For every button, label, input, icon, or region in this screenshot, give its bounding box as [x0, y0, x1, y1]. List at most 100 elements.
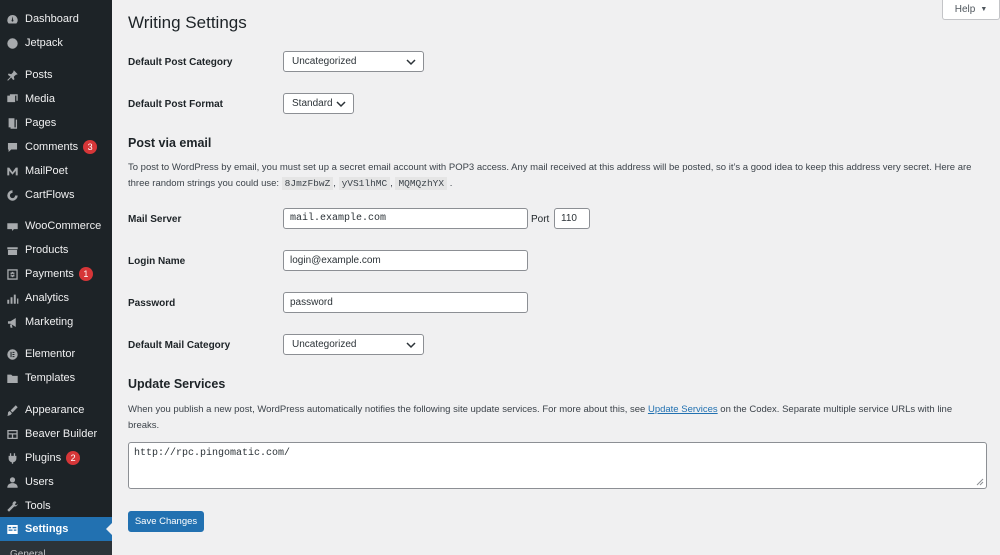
- payments-count-badge: 1: [78, 267, 93, 281]
- sidebar-item-label: Beaver Builder: [25, 428, 98, 440]
- port-label: Port: [531, 214, 550, 225]
- sidebar-item-woocommerce[interactable]: WooCommerce: [0, 214, 112, 238]
- update-services-description: When you publish a new post, WordPress a…: [128, 402, 990, 434]
- payments-icon: [6, 268, 19, 281]
- appearance-icon: [6, 404, 19, 417]
- sidebar-item-label: Posts: [25, 69, 53, 81]
- sidebar-item-label: Marketing: [25, 316, 74, 328]
- period: .: [449, 178, 453, 189]
- plugins-icon: [6, 452, 19, 465]
- random-string-3: MQMQzhYX: [395, 177, 448, 190]
- users-icon: [6, 476, 19, 489]
- update-services-textarea[interactable]: http://rpc.pingomatic.com/: [128, 442, 987, 489]
- description-text: To post to WordPress by email, you must …: [128, 162, 972, 173]
- sidebar-item-dashboard[interactable]: Dashboard: [0, 7, 112, 31]
- sidebar-item-media[interactable]: Media: [0, 87, 112, 111]
- beaver-builder-icon: [6, 428, 19, 441]
- help-label: Help: [954, 4, 976, 15]
- cartflows-icon: [6, 189, 19, 202]
- select-value: Uncategorized: [292, 339, 357, 350]
- textarea-value: http://rpc.pingomatic.com/: [134, 448, 291, 459]
- select-value: Uncategorized: [292, 56, 357, 67]
- password-input[interactable]: password: [283, 292, 528, 313]
- sidebar-item-posts[interactable]: Posts: [0, 63, 112, 87]
- tools-icon: [6, 500, 19, 513]
- submenu-item-general[interactable]: General: [0, 541, 112, 555]
- resize-grip-icon[interactable]: [976, 478, 984, 486]
- sidebar-item-users[interactable]: Users: [0, 470, 112, 494]
- random-string-2: yVS1lhMC: [338, 177, 391, 190]
- caret-down-icon: ▼: [980, 6, 988, 13]
- sidebar-item-label: Payments: [25, 268, 74, 280]
- description-text: When you publish a new post, WordPress a…: [128, 404, 646, 415]
- sidebar-item-products[interactable]: Products: [0, 238, 112, 262]
- sidebar-item-payments[interactable]: Payments 1: [0, 262, 112, 286]
- help-tab-button[interactable]: Help ▼: [942, 0, 1000, 20]
- update-services-heading: Update Services: [128, 377, 226, 391]
- select-value: Standard: [292, 98, 333, 109]
- description-text: three random strings you could use:: [128, 178, 280, 189]
- sidebar-item-tools[interactable]: Tools: [0, 494, 112, 518]
- sidebar-item-marketing[interactable]: Marketing: [0, 310, 112, 334]
- marketing-icon: [6, 316, 19, 329]
- pages-icon: [6, 117, 19, 130]
- sidebar-item-elementor[interactable]: Elementor: [0, 342, 112, 366]
- sidebar-item-cartflows[interactable]: CartFlows: [0, 183, 112, 207]
- elementor-icon: [6, 348, 19, 361]
- description-text: breaks.: [128, 420, 160, 431]
- pin-icon: [6, 69, 19, 82]
- description-text: on the Codex. Separate multiple service …: [720, 404, 953, 415]
- sidebar-item-label: Appearance: [25, 404, 85, 416]
- sidebar-item-analytics[interactable]: Analytics: [0, 286, 112, 310]
- default-post-format-select[interactable]: Standard: [283, 93, 354, 114]
- sidebar-item-mailpoet[interactable]: MailPoet: [0, 159, 112, 183]
- separator: ,: [333, 178, 336, 189]
- random-string-1: 8JmzFbwZ: [281, 177, 334, 190]
- sidebar-item-label: Analytics: [25, 292, 70, 304]
- sidebar-item-label: Elementor: [25, 348, 76, 360]
- port-input[interactable]: 110: [554, 208, 590, 229]
- sidebar-item-pages[interactable]: Pages: [0, 111, 112, 135]
- sidebar-item-label: WooCommerce: [25, 220, 102, 232]
- separator: ,: [390, 178, 393, 189]
- sidebar-item-label: Users: [25, 476, 54, 488]
- sidebar-item-comments[interactable]: Comments 3: [0, 135, 112, 159]
- plugins-count-badge: 2: [66, 451, 81, 465]
- dashboard-icon: [6, 13, 19, 26]
- templates-icon: [6, 372, 19, 385]
- media-icon: [6, 93, 19, 106]
- default-post-category-label: Default Post Category: [128, 57, 233, 68]
- sidebar-item-appearance[interactable]: Appearance: [0, 398, 112, 422]
- sidebar-item-label: Jetpack: [25, 37, 63, 49]
- sidebar-item-label: Dashboard: [25, 13, 79, 25]
- sidebar-item-label: Templates: [25, 372, 76, 384]
- admin-sidebar: Dashboard Jetpack Posts Media Pages Comm…: [0, 0, 112, 555]
- sidebar-item-settings[interactable]: Settings: [0, 517, 112, 541]
- mail-server-input[interactable]: mail.example.com: [283, 208, 528, 229]
- chevron-down-icon: [335, 98, 347, 110]
- post-via-email-heading: Post via email: [128, 136, 212, 150]
- sidebar-item-plugins[interactable]: Plugins 2: [0, 446, 112, 470]
- default-mail-category-label: Default Mail Category: [128, 340, 231, 351]
- main-content: Help ▼ Writing Settings Default Post Cat…: [112, 0, 1000, 555]
- update-services-link[interactable]: Update Services: [648, 404, 718, 415]
- save-changes-button[interactable]: Save Changes: [128, 511, 204, 532]
- password-label: Password: [128, 298, 176, 309]
- jetpack-icon: [6, 37, 19, 50]
- products-icon: [6, 244, 19, 257]
- login-name-input[interactable]: login@example.com: [283, 250, 528, 271]
- sidebar-item-templates[interactable]: Templates: [0, 366, 112, 390]
- default-mail-category-select[interactable]: Uncategorized: [283, 334, 424, 355]
- sidebar-item-beaver-builder[interactable]: Beaver Builder: [0, 422, 112, 446]
- analytics-icon: [6, 292, 19, 305]
- woocommerce-icon: [6, 220, 19, 233]
- comments-count-badge: 3: [83, 140, 98, 154]
- sidebar-item-label: Settings: [25, 523, 69, 535]
- settings-icon: [6, 523, 19, 536]
- post-via-email-description: To post to WordPress by email, you must …: [128, 160, 990, 192]
- mail-server-label: Mail Server: [128, 214, 182, 225]
- default-post-format-label: Default Post Format: [128, 99, 224, 110]
- default-post-category-select[interactable]: Uncategorized: [283, 51, 424, 72]
- sidebar-item-label: CartFlows: [25, 189, 75, 201]
- sidebar-item-jetpack[interactable]: Jetpack: [0, 31, 112, 55]
